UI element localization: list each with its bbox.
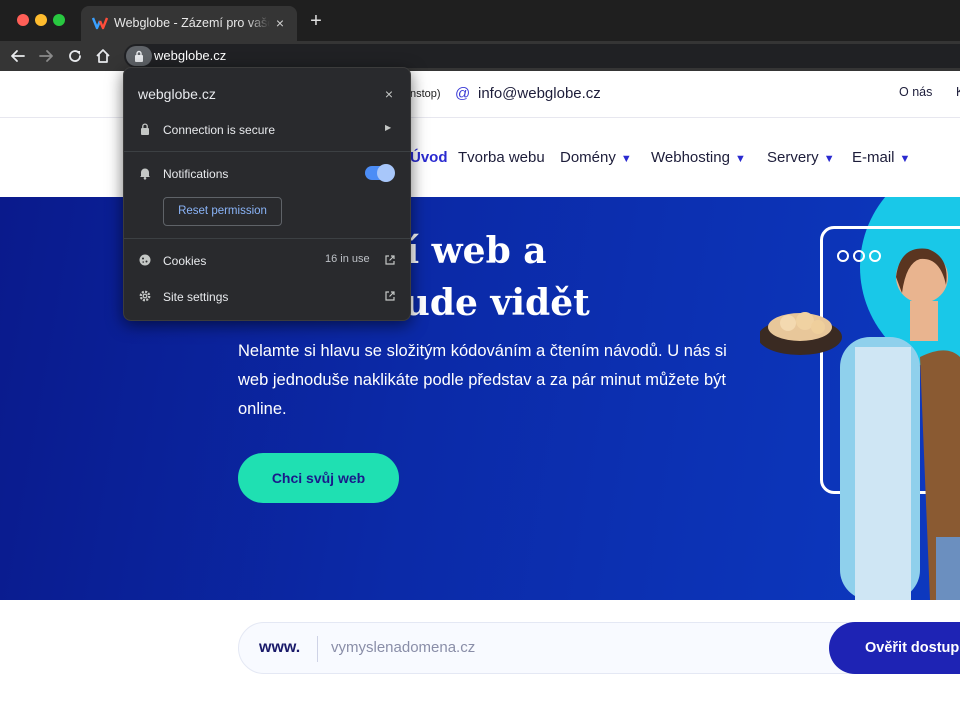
home-icon[interactable]	[93, 46, 113, 66]
check-availability-button[interactable]: Ověřit dostupnost	[829, 622, 960, 674]
bell-icon	[138, 166, 152, 180]
tab-close-icon[interactable]: ×	[272, 15, 288, 31]
url-text: webglobe.cz	[154, 48, 227, 63]
email-at-icon: @	[455, 85, 471, 102]
notifications-label: Notifications	[163, 167, 229, 181]
site-info-button[interactable]	[126, 46, 152, 66]
site-settings-label: Site settings	[163, 290, 229, 304]
external-link-icon	[383, 289, 397, 303]
email-link[interactable]: info@webglobe.cz	[478, 85, 601, 102]
phone-hours-text: nstop)	[410, 88, 441, 100]
chevron-down-icon: ▼	[620, 153, 632, 165]
domain-input[interactable]: vymyslenadomena.cz	[331, 639, 475, 656]
webglobe-favicon-icon	[92, 17, 108, 30]
address-bar[interactable]: webglobe.cz	[124, 44, 960, 68]
domain-prefix: www.	[259, 639, 301, 656]
external-link-icon	[383, 253, 397, 267]
site-info-popup: webglobe.cz × Connection is secure ▶ Not…	[123, 67, 411, 321]
back-arrow-icon[interactable]	[8, 46, 28, 66]
forward-arrow-icon[interactable]	[36, 46, 56, 66]
popup-divider	[124, 151, 410, 152]
popup-domain-title: webglobe.cz	[138, 86, 216, 102]
new-tab-icon[interactable]: +	[306, 11, 326, 31]
chevron-down-icon: ▼	[823, 153, 835, 165]
nav-item-email[interactable]: E-mail ▼	[852, 149, 910, 166]
close-icon[interactable]: ×	[381, 86, 397, 102]
reload-icon[interactable]	[65, 46, 85, 66]
chevron-right-icon: ▶	[385, 123, 392, 132]
nav-item-tvorba-webu[interactable]: Tvorba webu	[458, 149, 545, 166]
nav-item-uvod[interactable]: Úvod	[410, 149, 448, 166]
lock-icon	[135, 50, 143, 62]
cookie-icon	[138, 253, 152, 267]
browser-tab[interactable]: Webglobe - Zázemí pro vaše online ×	[81, 6, 297, 41]
cookies-count: 16 in use	[325, 253, 370, 265]
hero-description: Nelamte si hlavu se složitým kódováním a…	[238, 342, 727, 418]
connection-secure-label: Connection is secure	[163, 123, 276, 137]
nav-item-servery[interactable]: Servery ▼	[767, 149, 835, 166]
create-web-button[interactable]: Chci svůj web	[238, 453, 399, 503]
gear-icon	[138, 289, 152, 303]
nav-item-webhosting[interactable]: Webhosting ▼	[651, 149, 746, 166]
domain-separator	[317, 636, 318, 662]
chevron-down-icon: ▼	[899, 153, 911, 165]
window-minimize-button[interactable]	[35, 14, 47, 26]
topbar-link-about[interactable]: O nás	[899, 85, 932, 99]
window-close-button[interactable]	[17, 14, 29, 26]
topbar-link-contact[interactable]: K	[956, 85, 960, 99]
lock-icon	[138, 122, 152, 136]
notifications-toggle[interactable]	[365, 164, 395, 182]
chevron-down-icon: ▼	[734, 153, 746, 165]
cookies-label: Cookies	[163, 254, 207, 268]
reset-permission-button[interactable]: Reset permission	[163, 197, 282, 226]
hero-person-image	[760, 248, 960, 600]
popup-divider	[124, 238, 410, 239]
tab-strip: Webglobe - Zázemí pro vaše online × +	[0, 0, 960, 41]
toggle-knob	[377, 164, 395, 182]
window-zoom-button[interactable]	[53, 14, 65, 26]
tab-title: Webglobe - Zázemí pro vaše online	[114, 16, 270, 30]
nav-item-domeny[interactable]: Domény ▼	[560, 149, 632, 166]
